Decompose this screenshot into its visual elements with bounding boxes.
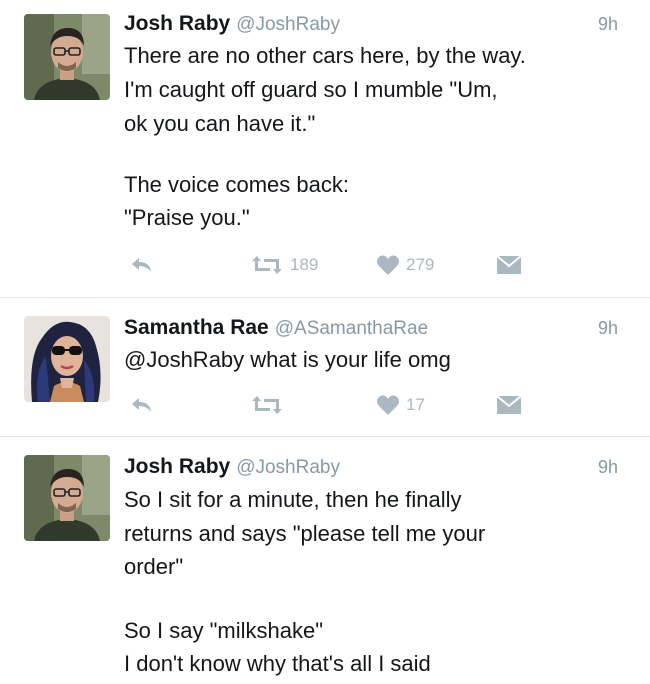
tweet[interactable]: Josh Raby @JoshRaby 9h There are no other… xyxy=(0,0,650,297)
tweet-text-line: So I sit for a minute, then he finally xyxy=(124,487,462,512)
avatar[interactable] xyxy=(24,455,110,541)
tweet-header: Samantha Rae @ASamanthaRae 9h xyxy=(124,316,650,342)
reply-button[interactable] xyxy=(130,252,154,278)
timestamp[interactable]: 9h xyxy=(598,318,618,339)
reply-arrow-icon xyxy=(132,258,151,272)
author-handle[interactable]: @JoshRaby xyxy=(236,14,340,35)
message-button[interactable] xyxy=(496,392,522,418)
envelope-icon xyxy=(496,255,522,274)
heart-icon xyxy=(377,395,399,415)
author-name[interactable]: Josh Raby xyxy=(124,12,230,35)
timestamp[interactable]: 9h xyxy=(598,14,618,35)
reply-arrow-icon xyxy=(132,398,151,412)
author-handle[interactable]: @ASamanthaRae xyxy=(275,318,428,339)
tweet-text-line: So I say "milkshake" xyxy=(124,618,324,643)
avatar[interactable] xyxy=(24,14,110,100)
retweet-count: 189 xyxy=(290,255,319,274)
tweet-text-line: The voice comes back: xyxy=(124,172,349,197)
author-name[interactable]: Josh Raby xyxy=(124,455,230,478)
message-button[interactable] xyxy=(496,252,522,278)
reply-button[interactable] xyxy=(130,392,154,418)
retweet-icon xyxy=(252,256,282,274)
tweet-text-line: "Praise you." xyxy=(124,205,250,230)
tweet-text-line: I'm caught off guard so I mumble "Um, xyxy=(124,77,498,102)
tweet-text-line: There are no other cars here, by the way… xyxy=(124,43,526,68)
retweet-button[interactable] xyxy=(250,392,284,418)
avatar[interactable] xyxy=(24,316,110,402)
samantha-avatar-image xyxy=(24,316,110,402)
josh-avatar-image xyxy=(24,14,110,100)
josh-avatar-image xyxy=(24,455,110,541)
tweet-text-line: order" xyxy=(124,554,184,579)
tweet[interactable]: Josh Raby @JoshRaby 9h So I sit for a min… xyxy=(0,437,650,684)
tweet-text-line: @JoshRaby what is your life omg xyxy=(124,347,451,372)
author-handle[interactable]: @JoshRaby xyxy=(236,457,340,478)
like-button[interactable]: 17 xyxy=(376,392,425,418)
tweet-text-line: returns and says "please tell me your xyxy=(124,521,486,546)
tweet[interactable]: Samantha Rae @ASamanthaRae 9h @JoshRaby w… xyxy=(0,298,650,436)
like-button[interactable]: 279 xyxy=(376,252,434,278)
like-count: 279 xyxy=(406,255,435,274)
heart-icon xyxy=(377,255,399,275)
author-name[interactable]: Samantha Rae xyxy=(124,316,269,339)
tweet-header: Josh Raby @JoshRaby 9h xyxy=(124,455,650,481)
tweet-text-line: ok you can have it." xyxy=(124,111,316,136)
like-count: 17 xyxy=(406,395,425,414)
retweet-icon xyxy=(252,396,282,414)
retweet-button[interactable]: 189 xyxy=(250,252,318,278)
tweet-header: Josh Raby @JoshRaby 9h xyxy=(124,12,650,38)
envelope-icon xyxy=(496,395,522,414)
timestamp[interactable]: 9h xyxy=(598,457,618,478)
tweet-text-line: I don't know why that's all I said xyxy=(124,651,431,676)
